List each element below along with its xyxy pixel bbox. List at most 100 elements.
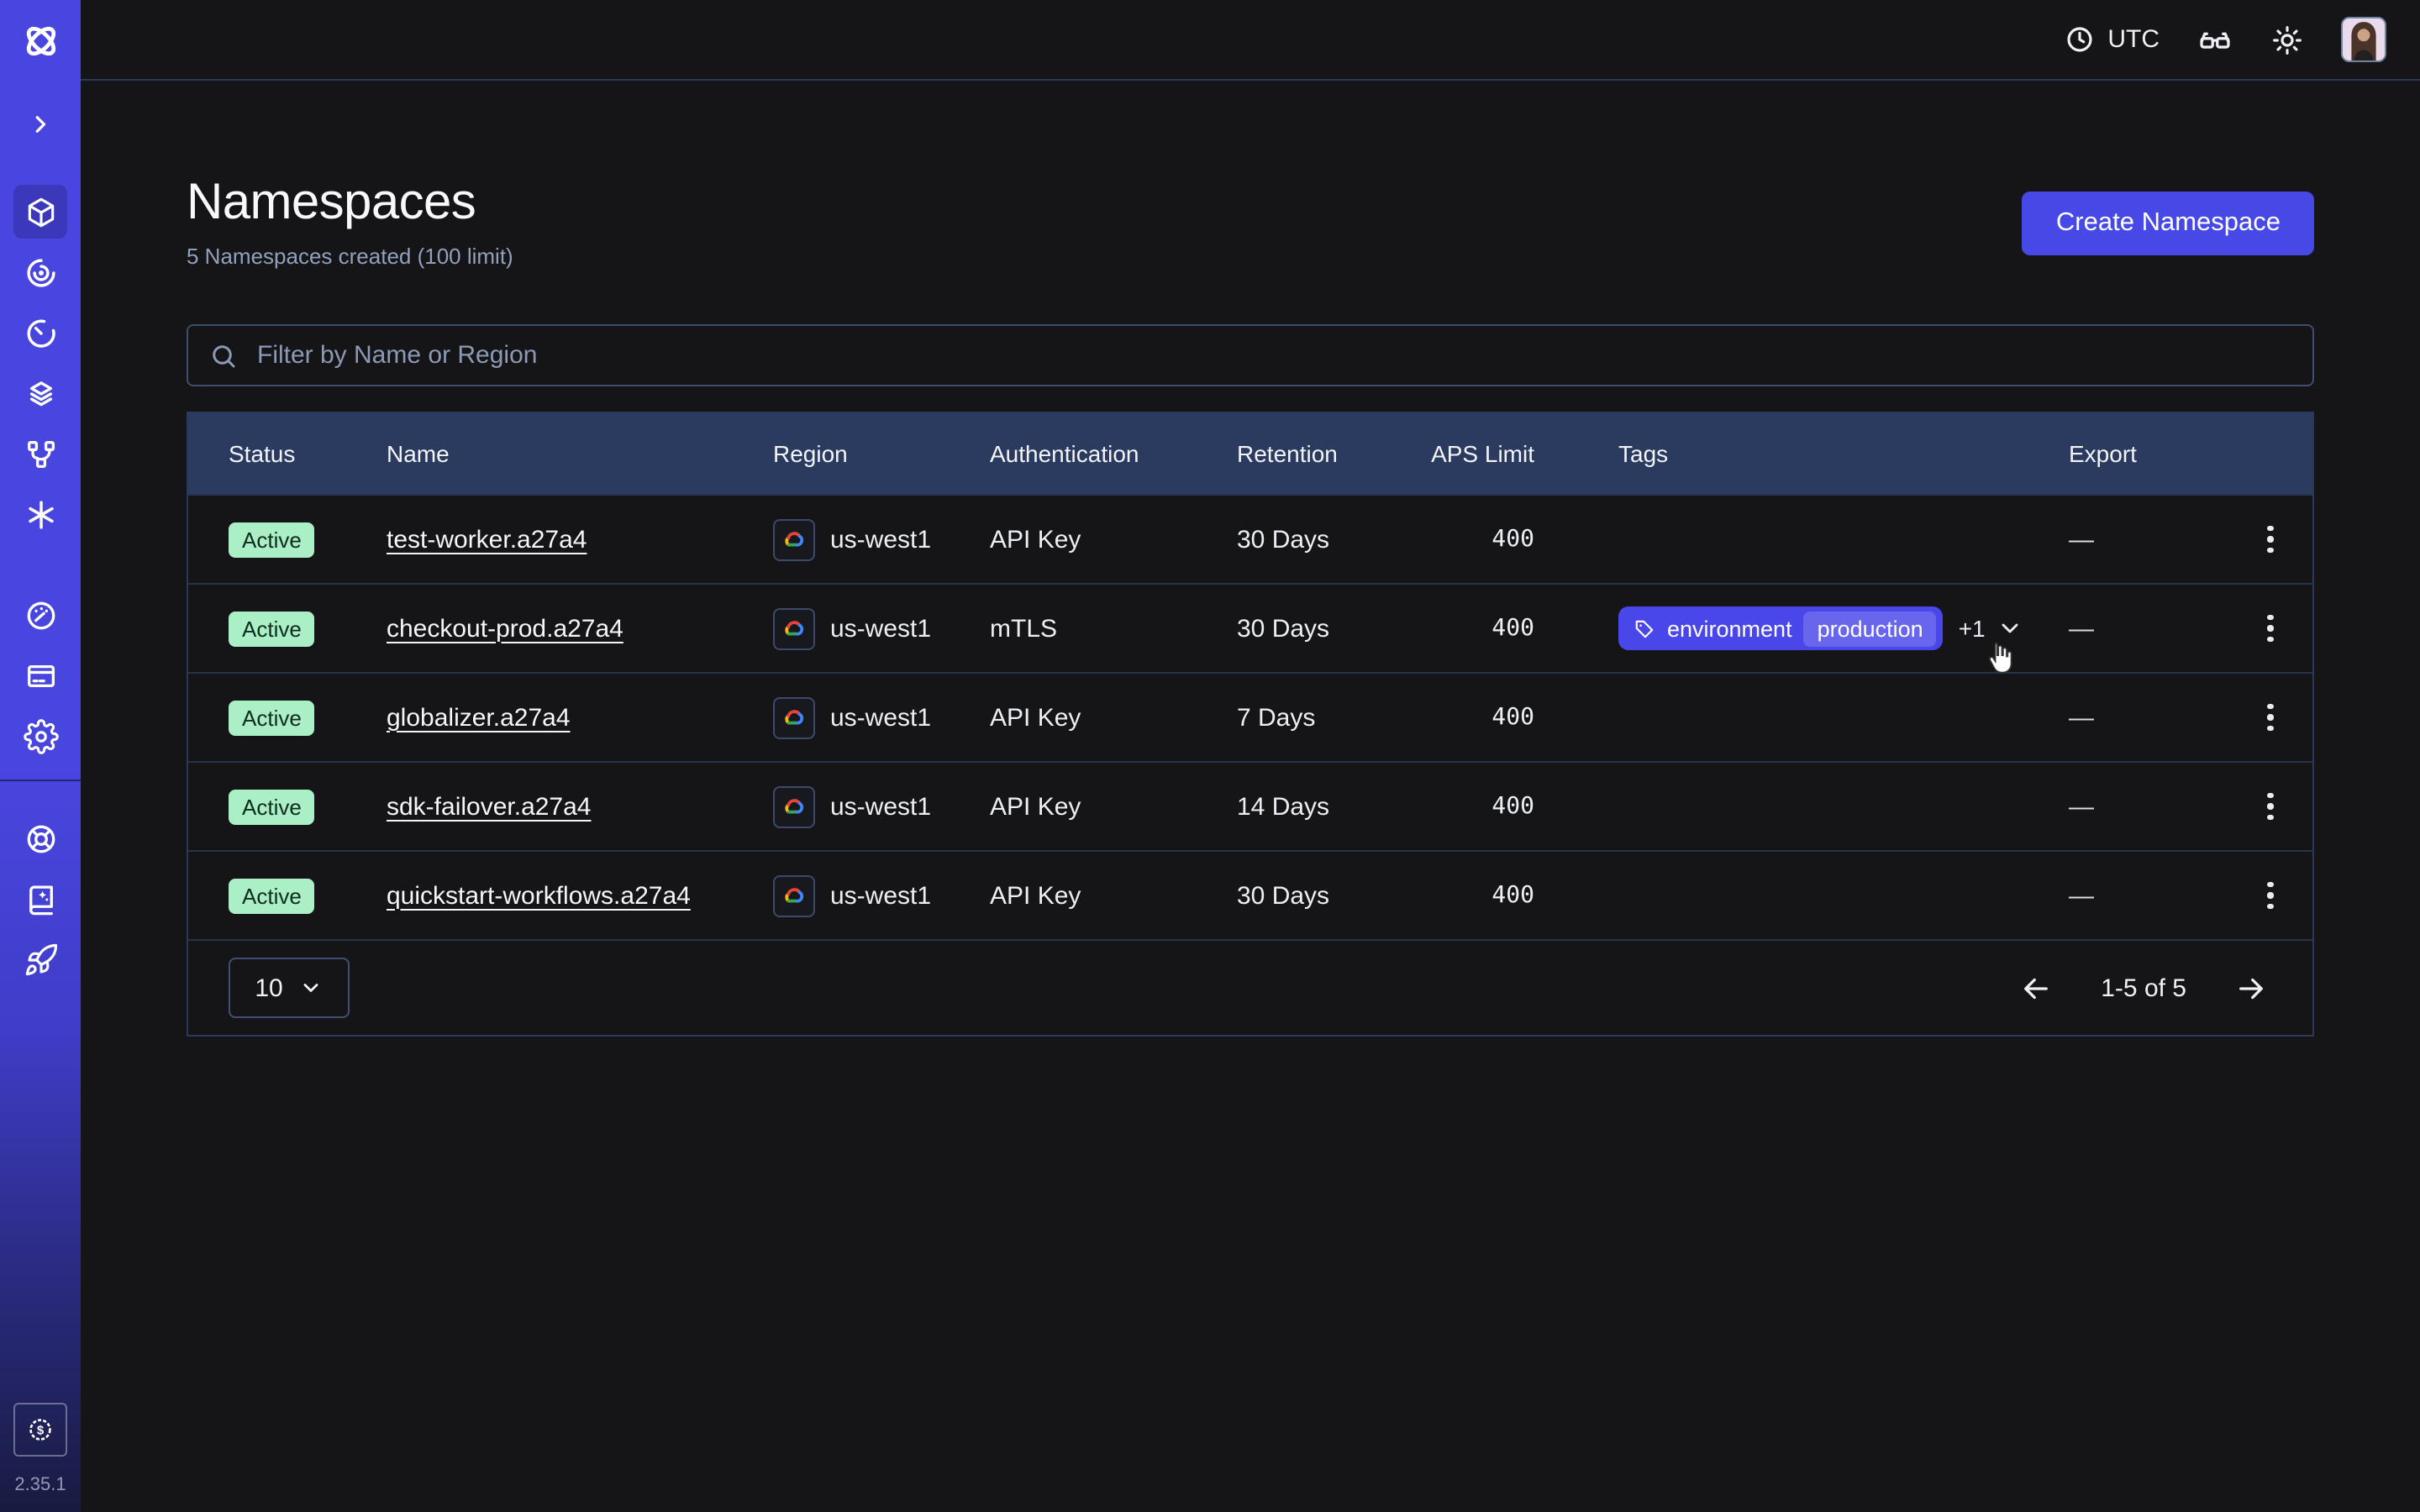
topbar: UTC xyxy=(81,0,2420,81)
aps-value: 400 xyxy=(1428,704,1618,731)
sun-icon xyxy=(2270,23,2304,56)
app-window: $ 2.35.1 UTC xyxy=(0,0,2420,1512)
sidebar-divider xyxy=(0,780,81,781)
export-value: — xyxy=(2069,525,2228,554)
row-menu-button[interactable] xyxy=(2258,605,2284,653)
sidebar-item-settings[interactable] xyxy=(13,709,67,763)
col-header-retention: Retention xyxy=(1237,440,1428,467)
region-label: us-west1 xyxy=(830,703,931,732)
auth-label: API Key xyxy=(990,525,1237,554)
tags-expand-chevron-icon[interactable] xyxy=(1997,615,2024,642)
main-content: Namespaces 5 Namespaces created (100 lim… xyxy=(81,81,2420,1512)
namespace-link[interactable]: test-worker.a27a4 xyxy=(387,525,587,554)
table-row: Active checkout-prod.a27a4 us-west1 mTLS… xyxy=(188,583,2312,672)
timezone-selector[interactable]: UTC xyxy=(2064,24,2160,55)
namespace-link[interactable]: checkout-prod.a27a4 xyxy=(387,614,623,643)
region-label: us-west1 xyxy=(830,792,931,821)
next-page-button[interactable] xyxy=(2230,967,2272,1009)
avatar-image xyxy=(2343,18,2385,60)
create-namespace-button[interactable]: Create Namespace xyxy=(2023,192,2314,255)
sidebar-item-usage[interactable] xyxy=(13,588,67,642)
namespaces-table: Status Name Region Authentication Retent… xyxy=(187,412,2314,1037)
sidebar-item-namespaces[interactable] xyxy=(13,185,67,239)
status-badge: Active xyxy=(229,789,315,824)
user-avatar[interactable] xyxy=(2341,17,2386,62)
gear-icon xyxy=(23,718,58,753)
page-size-value: 10 xyxy=(255,974,282,1002)
billing-card-icon xyxy=(23,658,58,693)
layers-icon xyxy=(23,375,58,411)
col-header-region: Region xyxy=(773,440,990,467)
rocket-icon xyxy=(23,942,58,977)
status-badge: Active xyxy=(229,878,315,913)
arrow-right-icon xyxy=(2233,970,2269,1005)
status-badge: Active xyxy=(229,611,315,646)
search-icon xyxy=(208,340,239,370)
prev-page-button[interactable] xyxy=(2015,967,2057,1009)
tag-key: environment xyxy=(1667,616,1792,641)
timezone-label: UTC xyxy=(2107,25,2160,54)
table-row: Active test-worker.a27a4 us-west1 API Ke… xyxy=(188,494,2312,583)
region-label: us-west1 xyxy=(830,525,931,554)
col-header-export: Export xyxy=(2069,440,2228,467)
temporal-logo[interactable] xyxy=(18,18,63,64)
export-value: — xyxy=(2069,881,2228,910)
col-header-aps-limit: APS Limit xyxy=(1428,440,1618,467)
workflow-spiral-icon xyxy=(23,255,58,290)
arrow-left-icon xyxy=(2018,970,2054,1005)
sidebar-item-schedules[interactable] xyxy=(13,306,67,360)
sidebar-item-billing[interactable] xyxy=(13,648,67,702)
theme-toggle[interactable] xyxy=(2270,23,2304,56)
gcp-icon xyxy=(773,696,815,738)
sidebar-expand-chevron-icon[interactable] xyxy=(17,101,64,148)
gauge-icon xyxy=(23,597,58,633)
row-menu-button[interactable] xyxy=(2258,783,2284,831)
labs-toggle[interactable] xyxy=(2196,21,2233,58)
row-menu-button[interactable] xyxy=(2258,516,2284,564)
retention-label: 30 Days xyxy=(1237,614,1428,643)
filter-bar xyxy=(187,324,2314,386)
row-menu-button[interactable] xyxy=(2258,694,2284,742)
app-version: 2.35.1 xyxy=(14,1475,66,1495)
col-header-status: Status xyxy=(188,440,387,467)
sidebar-item-getting-started[interactable] xyxy=(13,932,67,986)
sidebar-item-deployments[interactable] xyxy=(13,427,67,480)
retention-label: 14 Days xyxy=(1237,792,1428,821)
auth-label: API Key xyxy=(990,881,1237,910)
lifebuoy-icon xyxy=(23,821,58,856)
aps-value: 400 xyxy=(1428,526,1618,553)
filter-input[interactable] xyxy=(254,339,2292,371)
row-menu-button[interactable] xyxy=(2258,872,2284,920)
asterisk-icon xyxy=(23,496,58,532)
cube-icon xyxy=(23,194,58,229)
page-title: Namespaces xyxy=(187,175,513,232)
retention-label: 30 Days xyxy=(1237,525,1428,554)
namespace-link[interactable]: sdk-failover.a27a4 xyxy=(387,792,592,821)
region-label: us-west1 xyxy=(830,614,931,643)
tag-pill[interactable]: environment production xyxy=(1618,606,1944,650)
gcp-icon xyxy=(773,518,815,560)
table-row: Active globalizer.a27a4 us-west1 API Key… xyxy=(188,672,2312,761)
namespace-link[interactable]: quickstart-workflows.a27a4 xyxy=(387,881,691,910)
namespace-link[interactable]: globalizer.a27a4 xyxy=(387,703,571,732)
tag-value: production xyxy=(1804,611,1937,646)
auth-label: API Key xyxy=(990,792,1237,821)
namespace-count-subtitle: 5 Namespaces created (100 limit) xyxy=(187,244,513,269)
retention-label: 30 Days xyxy=(1237,881,1428,910)
book-sparkle-icon xyxy=(23,881,58,916)
retention-label: 7 Days xyxy=(1237,703,1428,732)
sidebar-item-support[interactable] xyxy=(13,811,67,865)
sidebar-item-batch-operations[interactable] xyxy=(13,366,67,420)
pagination-range: 1-5 of 5 xyxy=(2101,974,2186,1002)
page-size-select[interactable]: 10 xyxy=(229,958,350,1018)
aps-value: 400 xyxy=(1428,793,1618,820)
glasses-icon xyxy=(2196,21,2233,58)
timer-icon xyxy=(23,315,58,350)
sidebar-item-nexus[interactable] xyxy=(13,487,67,541)
sidebar-item-docs[interactable] xyxy=(13,872,67,926)
aps-value: 400 xyxy=(1428,615,1618,642)
sidebar-item-workflows[interactable] xyxy=(13,245,67,299)
pricing-button[interactable]: $ xyxy=(13,1403,67,1457)
clock-icon xyxy=(2064,24,2096,55)
svg-text:$: $ xyxy=(37,1423,45,1437)
